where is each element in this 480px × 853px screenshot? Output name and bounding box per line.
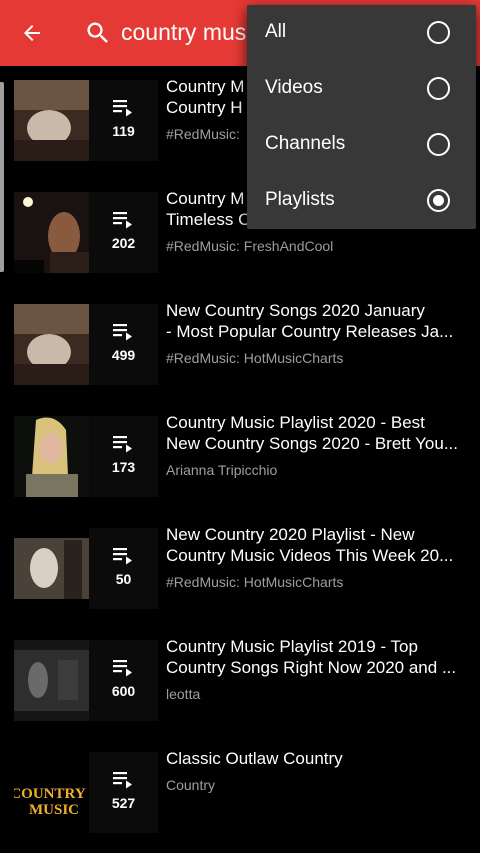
playlist-item[interactable]: 50 New Country 2020 Playlist - New Countr…: [0, 514, 480, 626]
playlist-thumbnail[interactable]: COUNTRY MUSIC 527: [14, 752, 158, 833]
playlist-channel[interactable]: leotta: [166, 686, 466, 702]
playlist-item[interactable]: 173 Country Music Playlist 2020 - Best Ne…: [0, 402, 480, 514]
filter-option-label: Playlists: [265, 189, 335, 210]
thumbnail-image: COUNTRY MUSIC: [14, 752, 89, 833]
video-count: 527: [111, 794, 136, 811]
radio-unselected-icon[interactable]: [427, 133, 450, 156]
playlist-icon: [112, 659, 132, 676]
thumbnail-image: [14, 192, 89, 273]
video-count: 499: [111, 346, 136, 363]
playlist-title[interactable]: Country Music Playlist 2020 - Best New Co…: [166, 412, 468, 454]
filter-menu: All Videos Channels Playlists: [247, 5, 476, 229]
playlist-overlay: 119: [89, 80, 158, 161]
playlist-thumbnail[interactable]: 499: [14, 304, 158, 385]
playlist-thumbnail[interactable]: 119: [14, 80, 158, 161]
radio-selected-icon[interactable]: [427, 189, 450, 212]
thumbnail-image: [14, 416, 89, 497]
playlist-channel[interactable]: Arianna Tripicchio: [166, 462, 466, 478]
playlist-title[interactable]: Classic Outlaw Country: [166, 748, 468, 769]
playlist-item[interactable]: COUNTRY MUSIC 527 Classic Outlaw Country…: [0, 738, 480, 850]
playlist-channel[interactable]: Country: [166, 777, 466, 793]
filter-option-label: Channels: [265, 133, 346, 154]
thumbnail-image: [14, 640, 89, 721]
thumbnail-image: [14, 528, 89, 609]
playlist-item[interactable]: 600 Country Music Playlist 2019 - Top Cou…: [0, 626, 480, 738]
video-count: 50: [115, 570, 132, 587]
filter-option-channels[interactable]: Channels: [247, 117, 476, 173]
playlist-channel[interactable]: #RedMusic: HotMusicCharts: [166, 350, 466, 366]
playlist-icon: [112, 323, 132, 340]
filter-option-all[interactable]: All: [247, 5, 476, 61]
playlist-title[interactable]: Country Music Playlist 2019 - Top Country…: [166, 636, 468, 678]
playlist-overlay: 600: [89, 640, 158, 721]
playlist-channel[interactable]: #RedMusic: FreshAndCool: [166, 238, 466, 254]
video-count: 600: [111, 682, 136, 699]
playlist-thumbnail[interactable]: 600: [14, 640, 158, 721]
filter-option-label: Videos: [265, 77, 323, 98]
radio-unselected-icon[interactable]: [427, 21, 450, 44]
arrow-left-icon: [24, 25, 40, 41]
playlist-icon: [112, 99, 132, 116]
video-count: 173: [111, 458, 136, 475]
search-input[interactable]: country mus: [121, 19, 246, 46]
radio-unselected-icon[interactable]: [427, 77, 450, 100]
playlist-icon: [112, 211, 132, 228]
search-icon[interactable]: [84, 19, 112, 47]
playlist-item[interactable]: 499 New Country Songs 2020 January - Most…: [0, 290, 480, 402]
playlist-thumbnail[interactable]: 202: [14, 192, 158, 273]
playlist-overlay: 202: [89, 192, 158, 273]
thumbnail-image: [14, 304, 89, 385]
playlist-overlay: 499: [89, 304, 158, 385]
filter-option-videos[interactable]: Videos: [247, 61, 476, 117]
playlist-title[interactable]: New Country Songs 2020 January - Most Pop…: [166, 300, 468, 342]
country-music-logo: MUSIC: [29, 802, 79, 818]
filter-option-playlists[interactable]: Playlists: [247, 173, 476, 229]
playlist-channel[interactable]: #RedMusic: HotMusicCharts: [166, 574, 466, 590]
playlist-thumbnail[interactable]: 173: [14, 416, 158, 497]
filter-option-label: All: [265, 21, 287, 42]
country-music-logo: COUNTRY: [14, 786, 86, 802]
playlist-overlay: 173: [89, 416, 158, 497]
back-button[interactable]: [14, 15, 50, 51]
thumbnail-image: [14, 80, 89, 161]
playlist-icon: [112, 435, 132, 452]
video-count: 119: [112, 122, 135, 139]
playlist-overlay: 527: [89, 752, 158, 833]
video-count: 202: [111, 234, 136, 251]
playlist-icon: [112, 547, 132, 564]
playlist-icon: [112, 771, 132, 788]
playlist-overlay: 50: [89, 528, 158, 609]
playlist-thumbnail[interactable]: 50: [14, 528, 158, 609]
playlist-title[interactable]: New Country 2020 Playlist - New Country M…: [166, 524, 468, 566]
